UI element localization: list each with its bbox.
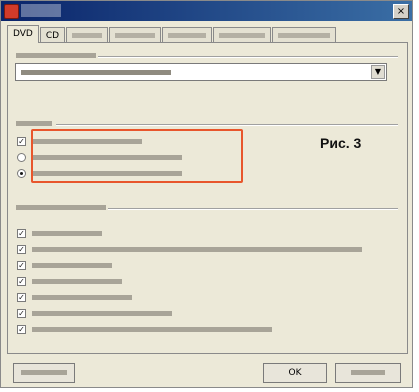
region-group-divider — [98, 56, 398, 58]
nav-option-2[interactable] — [17, 150, 182, 164]
tab-7[interactable] — [272, 27, 337, 43]
ok-button[interactable]: OK — [263, 363, 327, 383]
nav-option-3[interactable] — [17, 166, 182, 180]
nav-option-3-label — [32, 170, 182, 176]
feature-option-2[interactable]: ✓ — [17, 242, 362, 256]
region-group-label — [16, 51, 96, 61]
nav-option-3-radio[interactable] — [17, 168, 26, 178]
nav-option-1-label — [32, 138, 142, 144]
region-select[interactable]: ▼ — [15, 63, 387, 81]
nav-option-1-checkbox[interactable]: ✓ — [17, 136, 26, 146]
feature-option-6-checkbox[interactable]: ✓ — [17, 308, 26, 318]
tab-6[interactable] — [213, 27, 272, 43]
nav-option-2-radio[interactable] — [17, 152, 26, 162]
nav-option-1[interactable]: ✓ — [17, 134, 142, 148]
feature-option-2-checkbox[interactable]: ✓ — [17, 244, 26, 254]
feature-option-4[interactable]: ✓ — [17, 274, 122, 288]
chevron-down-icon[interactable]: ▼ — [371, 65, 385, 79]
tab-dvd[interactable]: DVD — [7, 25, 39, 43]
tab-strip: DVD CD — [7, 25, 372, 43]
features-group-divider — [108, 208, 398, 210]
title-bar: × — [1, 1, 412, 21]
feature-option-4-checkbox[interactable]: ✓ — [17, 276, 26, 286]
tab-3[interactable] — [66, 27, 109, 43]
feature-option-7-checkbox[interactable]: ✓ — [17, 324, 26, 334]
tab-cd[interactable]: CD — [39, 27, 66, 43]
feature-option-1[interactable]: ✓ — [17, 226, 102, 240]
app-icon — [4, 4, 19, 19]
nav-option-2-label — [32, 154, 182, 160]
feature-option-3-checkbox[interactable]: ✓ — [17, 260, 26, 270]
feature-option-5[interactable]: ✓ — [17, 290, 132, 304]
feature-option-5-checkbox[interactable]: ✓ — [17, 292, 26, 302]
feature-option-7[interactable]: ✓ — [17, 322, 272, 336]
feature-option-1-checkbox[interactable]: ✓ — [17, 228, 26, 238]
tab-4[interactable] — [109, 27, 162, 43]
navigation-group-divider — [56, 124, 398, 126]
cancel-button[interactable] — [335, 363, 401, 383]
figure-caption: Рис. 3 — [320, 135, 362, 151]
tab-5[interactable] — [162, 27, 213, 43]
features-group-label — [16, 203, 106, 213]
feature-option-6[interactable]: ✓ — [17, 306, 172, 320]
region-select-value — [21, 70, 171, 75]
window-title — [21, 4, 61, 17]
settings-dialog: × DVD CD ▼ ✓ Рис. 3 ✓ ✓ ✓ ✓ ✓ ✓ ✓ OK — [0, 0, 413, 388]
defaults-button[interactable] — [13, 363, 75, 383]
navigation-group-label — [16, 119, 52, 129]
feature-option-3[interactable]: ✓ — [17, 258, 112, 272]
close-icon[interactable]: × — [393, 4, 409, 19]
